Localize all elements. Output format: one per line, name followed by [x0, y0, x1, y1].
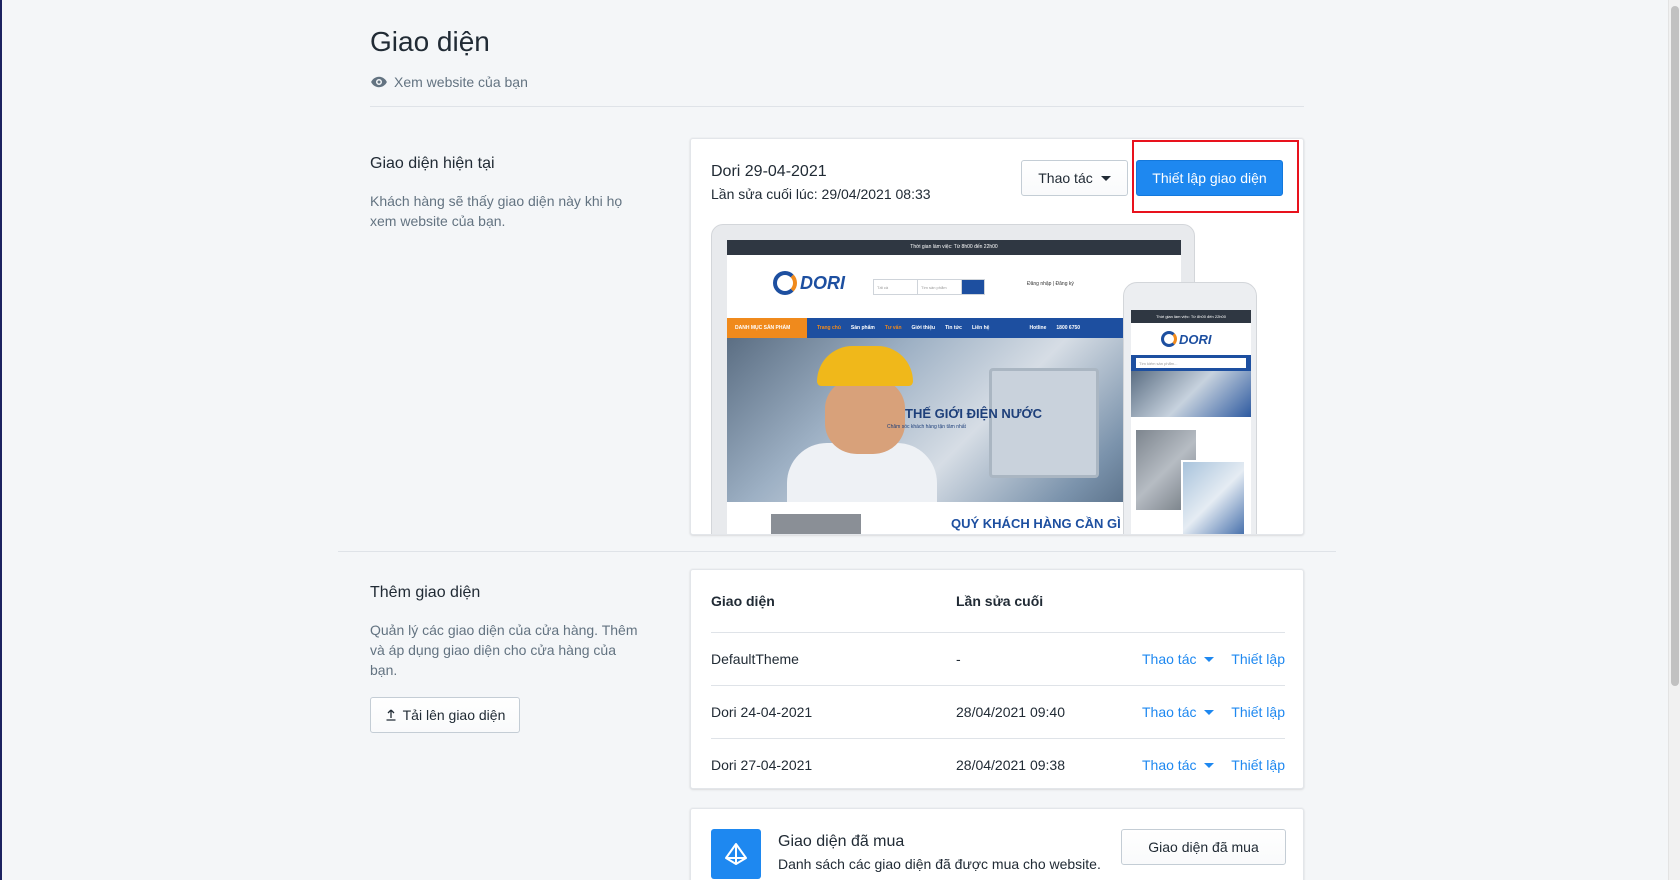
dori-logo: DORI — [773, 271, 845, 295]
preview-bottom: QUÝ KHÁCH HÀNG CẦN GÌ — [727, 506, 1181, 534]
mobile-hero — [1131, 371, 1251, 417]
logo-text: DORI — [800, 272, 845, 293]
table-row: Dori 27-04-2021 28/04/2021 09:38 Thao tá… — [711, 738, 1285, 791]
preview-hero-banner: THẾ GIỚI ĐIỆN NƯỚC Chăm sóc khách hàng t… — [727, 338, 1181, 502]
scrollbar[interactable] — [1668, 0, 1680, 880]
theme-setup-link[interactable]: Thiết lập — [1231, 757, 1285, 773]
divider — [370, 106, 1304, 107]
themes-table: Giao diện Lần sửa cuối DefaultTheme - Th… — [690, 569, 1304, 789]
desktop-preview-screen: Thời gian làm việc: Từ 8h00 đến 22h00 DO… — [727, 240, 1181, 534]
preview-nav-item: Trang chủ — [817, 325, 841, 331]
hero-worker-face — [825, 378, 905, 454]
purchased-themes-description: Danh sách các giao diện đã được mua cho … — [778, 856, 1101, 872]
upload-theme-label[interactable]: Tải lên giao diện — [403, 707, 506, 723]
preview-search-category: Tất cả — [874, 280, 918, 294]
purchased-themes-card: Giao diện đã mua Danh sách các giao diện… — [690, 808, 1304, 880]
theme-actions-dropdown[interactable]: Thao tác — [1021, 160, 1128, 196]
caret-down-icon — [1100, 175, 1111, 181]
preview-nav: DANH MỤC SẢN PHẨM Trang chủ Sản phẩm Tư … — [727, 318, 1181, 338]
caret-down-icon — [1204, 709, 1215, 715]
view-website-link[interactable]: Xem website của bạn — [370, 73, 528, 91]
theme-setup-link[interactable]: Thiết lập — [1231, 704, 1285, 720]
theme-name: Dori 24-04-2021 — [711, 704, 813, 720]
theme-actions-label[interactable]: Thao tác — [1142, 651, 1196, 667]
preview-nav-item: Liên hệ — [971, 325, 990, 331]
caret-down-icon — [1204, 656, 1215, 662]
mobile-logo-ring-icon — [1161, 331, 1177, 347]
preview-nav-item: Sản phẩm — [850, 325, 875, 331]
preview-nav-item: Tư vấn — [884, 325, 902, 331]
preview-search-icon — [962, 280, 984, 294]
add-theme-description: Quản lý các giao diện của cửa hàng. Thêm… — [370, 622, 638, 678]
hero-control-panel — [989, 368, 1099, 478]
preview-thumb-image — [771, 514, 861, 534]
theme-store-icon — [711, 829, 761, 879]
current-theme-description: Khách hàng sẽ thấy giao diện này khi họ … — [370, 193, 623, 229]
theme-setup-link[interactable]: Thiết lập — [1231, 651, 1285, 667]
preview-nav-item: Tin tức — [945, 325, 962, 331]
caret-down-icon — [1204, 762, 1215, 768]
preview-hotline-label: Hotline — [1029, 325, 1047, 331]
mobile-search-placeholder: Tìm kiếm sản phẩm... — [1136, 358, 1246, 368]
preview-nav-category: DANH MỤC SẢN PHẨM — [727, 318, 807, 338]
column-header-last-edited: Lần sửa cuối — [956, 593, 1044, 609]
mobile-preview-screen: Thời gian làm việc: Từ 8h00 đến 22h00 DO… — [1131, 310, 1251, 534]
add-theme-heading: Thêm giao diện — [370, 584, 481, 601]
preview-topbar: Thời gian làm việc: Từ 8h00 đến 22h00 — [727, 240, 1181, 255]
column-header-theme: Giao diện — [711, 593, 775, 609]
theme-last-edited: 28/04/2021 09:38 — [956, 757, 1065, 773]
left-edge — [0, 0, 2, 880]
mobile-logo-text: DORI — [1179, 331, 1212, 347]
theme-last-edited: - — [956, 651, 961, 667]
theme-actions-dropdown[interactable]: Thao tác — [1142, 651, 1215, 667]
logo-ring-icon — [773, 271, 797, 295]
mobile-preview[interactable]: Thời gian làm việc: Từ 8h00 đến 22h00 DO… — [1123, 282, 1257, 534]
preview-bottom-caption: QUÝ KHÁCH HÀNG CẦN GÌ — [951, 516, 1121, 531]
hero-subtitle: Chăm sóc khách hàng tận tâm nhất — [887, 424, 966, 430]
theme-name: DefaultTheme — [711, 651, 799, 667]
table-row: DefaultTheme - Thao tác Thiết lập — [711, 632, 1285, 685]
preview-hotline-number: 1800 6750 — [1056, 325, 1081, 331]
theme-actions-label[interactable]: Thao tác — [1038, 170, 1092, 186]
theme-actions-label[interactable]: Thao tác — [1142, 704, 1196, 720]
mobile-search: Tìm kiếm sản phẩm... — [1131, 355, 1251, 371]
mobile-logo: DORI — [1161, 331, 1212, 347]
table-row: Dori 24-04-2021 28/04/2021 09:40 Thao tá… — [711, 685, 1285, 738]
current-theme-name: Dori 29-04-2021 — [711, 163, 827, 180]
divider — [338, 551, 1336, 552]
hero-title: THẾ GIỚI ĐIỆN NƯỚC — [905, 406, 1042, 421]
upload-theme-button[interactable]: Tải lên giao diện — [370, 697, 520, 733]
theme-actions-dropdown[interactable]: Thao tác — [1142, 757, 1215, 773]
current-theme-last-edited: Lần sửa cuối lúc: 29/04/2021 08:33 — [711, 186, 931, 202]
preview-header: DORI Tất cả Tìm sản phẩm Đăng nhập | Đăn… — [727, 255, 1181, 318]
current-theme-card: Dori 29-04-2021 Lần sửa cuối lúc: 29/04/… — [690, 138, 1304, 535]
brush-icon — [725, 843, 747, 865]
preview-nav-item: Giới thiệu — [911, 325, 936, 331]
theme-name: Dori 27-04-2021 — [711, 757, 813, 773]
purchased-themes-title: Giao diện đã mua — [778, 833, 905, 850]
mobile-topbar: Thời gian làm việc: Từ 8h00 đến 22h00 — [1131, 310, 1251, 323]
preview-search-placeholder: Tìm sản phẩm — [918, 280, 962, 294]
scrollbar-thumb[interactable] — [1671, 6, 1679, 686]
purchased-themes-button[interactable]: Giao diện đã mua — [1121, 829, 1286, 865]
mobile-image-2 — [1181, 460, 1246, 534]
theme-last-edited: 28/04/2021 09:40 — [956, 704, 1065, 720]
preview-account: Đăng nhập | Đăng ký — [1027, 281, 1074, 287]
page-title: Giao diện — [370, 26, 490, 57]
upload-icon — [386, 709, 396, 721]
eye-icon — [371, 76, 387, 88]
preview-search: Tất cả Tìm sản phẩm — [873, 279, 985, 295]
theme-actions-label[interactable]: Thao tác — [1142, 757, 1196, 773]
view-website-label[interactable]: Xem website của bạn — [394, 74, 528, 90]
hero-worker-helmet — [817, 346, 913, 386]
setup-theme-button[interactable]: Thiết lập giao diện — [1136, 160, 1283, 196]
mobile-header: DORI — [1131, 323, 1251, 355]
current-theme-heading: Giao diện hiện tại — [370, 155, 495, 172]
theme-actions-dropdown[interactable]: Thao tác — [1142, 704, 1215, 720]
